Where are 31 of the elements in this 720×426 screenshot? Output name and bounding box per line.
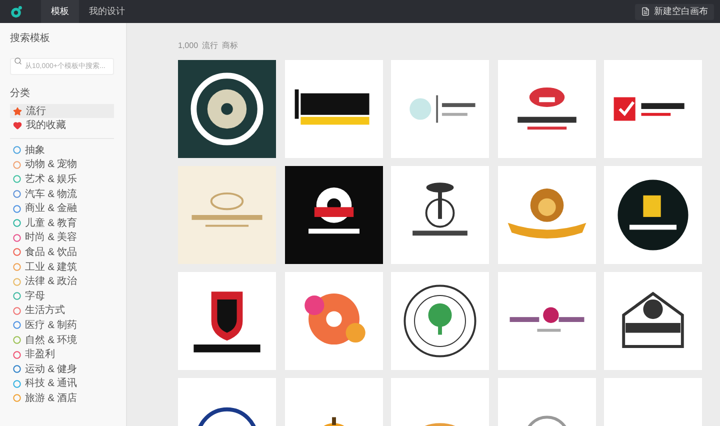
category-item[interactable]: 商业 & 金融 xyxy=(10,201,114,216)
category-title: 分类 xyxy=(10,86,31,101)
category-item[interactable]: 字母 xyxy=(10,288,114,304)
new-canvas-button[interactable]: 新建空白画布 xyxy=(635,4,714,20)
category-item[interactable]: 医疗 & 制药 xyxy=(10,318,114,333)
nav-tab[interactable]: 我的设计 xyxy=(79,0,135,23)
category-item[interactable]: 流行 xyxy=(10,104,114,118)
category-item[interactable]: 运动 & 健身 xyxy=(10,362,114,376)
category-item[interactable]: 儿童 & 教育 xyxy=(10,216,114,231)
category-item[interactable]: 科技 & 通讯 xyxy=(10,376,114,392)
result-unit: 商标 xyxy=(222,40,238,52)
search-icon xyxy=(14,56,22,64)
category-item[interactable]: 我的收藏 xyxy=(10,118,114,132)
result-category: 流行 xyxy=(202,40,218,52)
category-item[interactable]: 时尚 & 美容 xyxy=(10,230,114,246)
category-item[interactable]: 旅游 & 酒店 xyxy=(10,391,114,406)
category-item[interactable]: 法律 & 政治 xyxy=(10,274,114,289)
category-item[interactable]: 非盈利 xyxy=(10,347,114,362)
category-item[interactable]: 食品 & 饮品 xyxy=(10,245,114,260)
category-item[interactable]: 抽象 xyxy=(10,143,114,158)
result-count: 1,000 xyxy=(178,40,198,52)
nav-tab[interactable]: 模板 xyxy=(41,0,79,23)
category-item[interactable]: 工业 & 建筑 xyxy=(10,260,114,274)
category-item[interactable]: 汽车 & 物流 xyxy=(10,186,114,202)
search-title: 搜索模板 xyxy=(10,32,51,46)
category-item[interactable]: 生活方式 xyxy=(10,304,114,318)
category-item[interactable]: 动物 & 宠物 xyxy=(10,158,114,172)
logo-icon xyxy=(9,4,23,18)
category-item[interactable]: 自然 & 环境 xyxy=(10,332,114,348)
category-item[interactable]: 艺术 & 娱乐 xyxy=(10,172,114,187)
document-icon xyxy=(641,7,650,16)
